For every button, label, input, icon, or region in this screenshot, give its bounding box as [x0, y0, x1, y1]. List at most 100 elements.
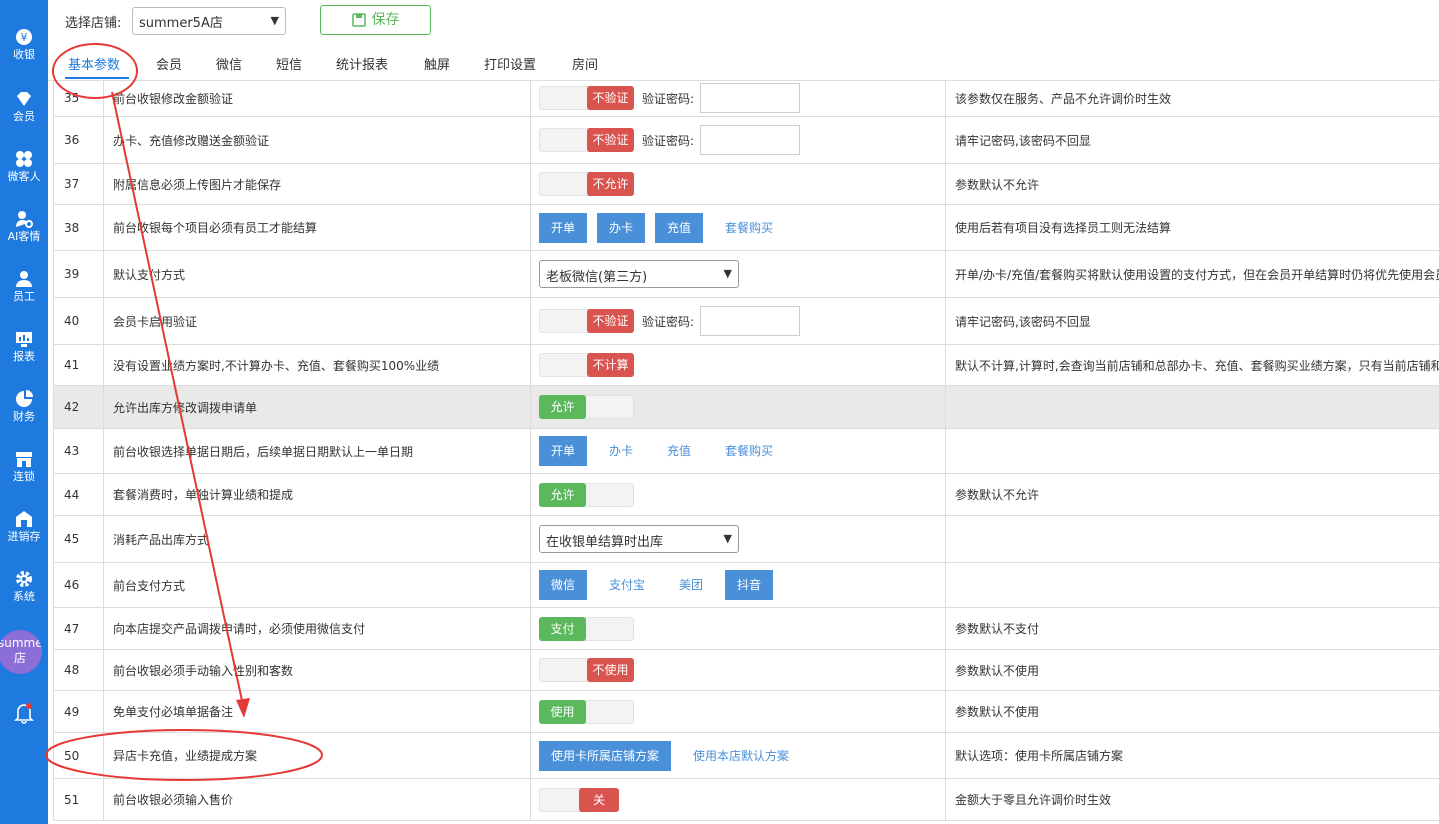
option-wechat-pay[interactable]: 微信	[539, 570, 588, 600]
toggle-label: 允许	[539, 482, 586, 507]
sidebar-item-cashier[interactable]: ¥ 收银	[0, 28, 48, 62]
param-control: 使用卡所属店铺方案 使用本店默认方案	[531, 733, 946, 778]
param-name: 没有设置业绩方案时,不计算办卡、充值、套餐购买100%业绩	[104, 345, 531, 385]
payment-method-select[interactable]: 老板微信(第三方) ▼	[539, 260, 739, 288]
sidebar-item-inventory[interactable]: 进销存	[0, 510, 48, 544]
store-select-value: summer5A店	[139, 16, 223, 31]
yen-icon: ¥	[16, 29, 32, 45]
param-name: 向本店提交产品调拨申请时，必须使用微信支付	[104, 608, 531, 649]
toggle-switch[interactable]: 不计算	[539, 353, 634, 377]
option-recharge[interactable]: 充值	[655, 212, 704, 243]
row-number: 41	[53, 345, 104, 385]
table-row: 46 前台支付方式 微信 支付宝 美团 抖音	[53, 563, 1439, 608]
table-row: 43 前台收银选择单据日期后，后续单据日期默认上一单日期 开单 办卡 充值 套餐…	[53, 429, 1439, 474]
store-select[interactable]: summer5A店 ▼	[132, 7, 286, 35]
option-douyin[interactable]: 抖音	[725, 570, 774, 600]
outbound-method-select[interactable]: 在收银单结算时出库 ▼	[539, 525, 739, 553]
param-control: 微信 支付宝 美团 抖音	[531, 563, 946, 607]
param-name: 套餐消费时，单独计算业绩和提成	[104, 474, 531, 515]
tab-stat-report[interactable]: 统计报表	[336, 54, 388, 73]
param-control: 开单 办卡 充值 套餐购买	[531, 429, 946, 473]
sidebar-item-label: AI客情	[7, 230, 41, 243]
option-card-store-scheme[interactable]: 使用卡所属店铺方案	[539, 740, 672, 771]
option-package[interactable]: 套餐购买	[713, 213, 785, 243]
row-number: 36	[53, 117, 104, 163]
warehouse-icon	[16, 511, 32, 527]
table-row: 41 没有设置业绩方案时,不计算办卡、充值、套餐购买100%业绩 不计算 默认不…	[53, 345, 1439, 386]
toggle-switch[interactable]: 不验证	[539, 309, 634, 333]
sidebar-item-ai[interactable]: AI客情	[0, 210, 48, 244]
toggle-switch[interactable]: 不验证	[539, 86, 634, 110]
tab-touchscreen[interactable]: 触屏	[424, 54, 450, 73]
select-value: 老板微信(第三方)	[546, 270, 648, 285]
option-alipay[interactable]: 支付宝	[597, 570, 657, 600]
gear-icon	[16, 571, 32, 587]
tab-member[interactable]: 会员	[156, 54, 182, 73]
sidebar-item-label: 会员	[13, 110, 35, 123]
param-control: 不验证 验证密码:	[531, 117, 946, 163]
sidebar-item-label: 系统	[13, 590, 35, 603]
option-open-order[interactable]: 开单	[539, 212, 588, 243]
table-row: 36 办卡、充值修改赠送金额验证 不验证 验证密码: 请牢记密码,该密码不回显	[53, 117, 1439, 164]
tab-basic-params[interactable]: 基本参数	[68, 54, 120, 73]
param-name: 办卡、充值修改赠送金额验证	[104, 117, 531, 163]
param-control: 不验证 验证密码:	[531, 298, 946, 344]
option-package[interactable]: 套餐购买	[713, 436, 785, 466]
avatar[interactable]: summer5A店	[0, 630, 42, 674]
param-note: 参数默认不使用	[955, 663, 1040, 678]
param-name: 免单支付必填单据备注	[104, 691, 531, 732]
table-row: 35 前台收银修改金额验证 不验证 验证密码: 该参数仅在服务、产品不允许调价时…	[53, 80, 1439, 117]
param-name: 前台收银必须输入售价	[104, 779, 531, 820]
toggle-switch[interactable]: 使用	[539, 699, 634, 724]
row-number: 35	[53, 80, 104, 116]
param-note: 参数默认不支付	[955, 622, 1040, 636]
param-control: 使用	[531, 691, 946, 732]
param-note	[946, 386, 1439, 428]
sidebar-item-label: 微客人	[7, 170, 41, 183]
param-name: 异店卡充值，业绩提成方案	[104, 733, 531, 778]
toggle-switch[interactable]: 不验证	[539, 128, 634, 152]
toggle-switch[interactable]: 不允许	[539, 172, 634, 196]
toggle-label: 不使用	[587, 658, 634, 682]
tab-room[interactable]: 房间	[572, 54, 598, 73]
option-recharge[interactable]: 充值	[655, 436, 703, 466]
option-local-default-scheme[interactable]: 使用本店默认方案	[681, 741, 801, 771]
toggle-switch[interactable]: 关	[539, 787, 619, 812]
sidebar-item-wechat-guest[interactable]: 微客人	[0, 150, 48, 184]
param-name: 前台收银每个项目必须有员工才能结算	[104, 205, 531, 250]
sidebar-item-staff[interactable]: 员工	[0, 270, 48, 304]
password-input[interactable]	[700, 306, 801, 336]
param-name: 允许出库方修改调拨申请单	[104, 386, 531, 428]
tab-sms[interactable]: 短信	[276, 54, 302, 73]
password-input[interactable]	[700, 125, 801, 155]
sidebar-item-chain[interactable]: 连锁	[0, 450, 48, 484]
toggle-switch[interactable]: 支付	[539, 616, 634, 641]
sidebar-item-finance[interactable]: 财务	[0, 390, 48, 424]
toggle-switch[interactable]: 允许	[539, 482, 634, 507]
option-card[interactable]: 办卡	[597, 212, 646, 243]
sidebar-item-label: 连锁	[13, 470, 35, 483]
bell-icon[interactable]	[14, 702, 34, 724]
param-control: 开单 办卡 充值 套餐购买	[531, 205, 946, 250]
toggle-switch[interactable]: 允许	[539, 395, 634, 419]
row-number: 44	[53, 474, 104, 515]
save-button[interactable]: 保存	[320, 5, 431, 35]
password-input[interactable]	[700, 83, 801, 113]
sidebar-item-report[interactable]: 报表	[0, 330, 48, 364]
password-label: 验证密码:	[642, 91, 695, 106]
svg-text:¥: ¥	[21, 31, 28, 44]
param-name: 前台收银选择单据日期后，后续单据日期默认上一单日期	[104, 429, 531, 473]
tab-wechat[interactable]: 微信	[216, 54, 242, 73]
param-note: 请牢记密码,该密码不回显	[955, 314, 1091, 329]
option-open-order[interactable]: 开单	[539, 436, 588, 466]
option-card[interactable]: 办卡	[597, 436, 645, 466]
param-note: 参数默认不使用	[955, 705, 1040, 719]
toggle-label: 关	[579, 787, 619, 812]
sidebar-item-label: 报表	[13, 350, 35, 363]
toggle-switch[interactable]: 不使用	[539, 658, 634, 682]
param-name: 前台收银修改金额验证	[104, 80, 531, 116]
tab-print-settings[interactable]: 打印设置	[484, 54, 536, 73]
sidebar-item-member[interactable]: 会员	[0, 90, 48, 124]
sidebar-item-system[interactable]: 系统	[0, 570, 48, 604]
option-meituan[interactable]: 美团	[667, 570, 715, 600]
